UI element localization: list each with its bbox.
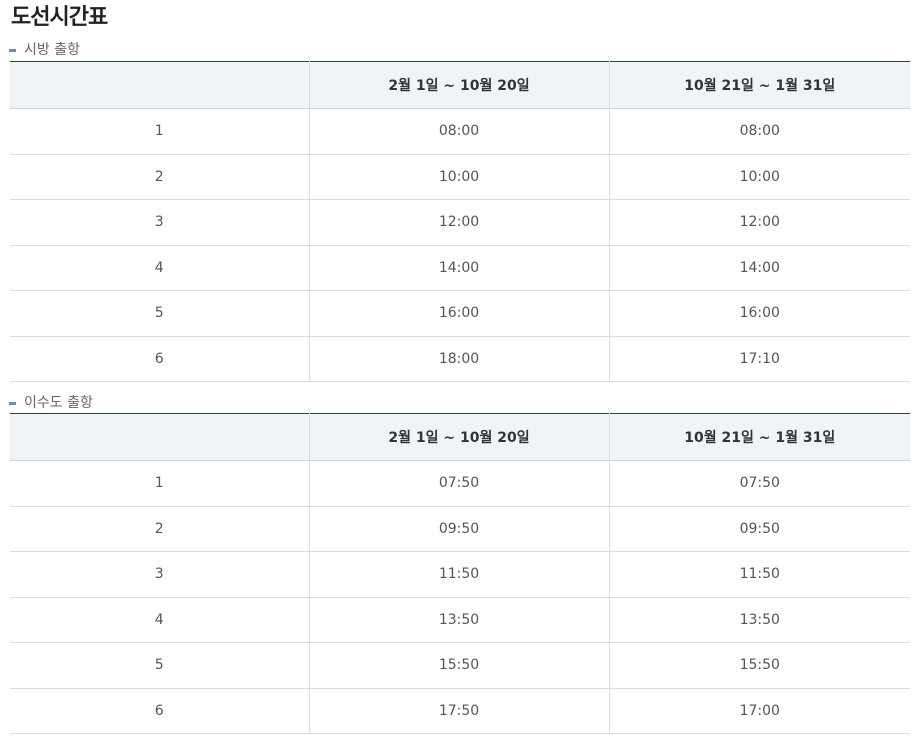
table-row: 1 07:50 07:50 — [10, 460, 910, 507]
section-title-isudo: 이수도 출항 — [9, 394, 93, 412]
cell-time: 17:00 — [608, 688, 910, 734]
section-title-sibang: 시방 출항 — [9, 41, 80, 59]
table-row: 2 10:00 10:00 — [10, 154, 910, 200]
header-cell-period-1: 2월 1일 ~ 10월 20일 — [308, 61, 609, 109]
cell-time: 13:50 — [608, 597, 910, 643]
header-cell-index — [10, 413, 309, 461]
table-row: 4 13:50 13:50 — [10, 597, 910, 643]
section-title-label: 시방 출항 — [24, 42, 80, 58]
cell-index: 2 — [10, 154, 309, 200]
header-cell-period-2: 10월 21일 ~ 1월 31일 — [608, 61, 910, 109]
cell-time: 13:50 — [308, 597, 609, 643]
cell-index: 5 — [10, 290, 309, 337]
table-row: 3 11:50 11:50 — [10, 551, 910, 598]
cell-index: 3 — [10, 551, 309, 598]
table-row: 5 15:50 15:50 — [10, 642, 910, 689]
timetable-sibang: 2월 1일 ~ 10월 20일 10월 21일 ~ 1월 31일 1 08:00… — [10, 61, 910, 382]
cell-time: 18:00 — [308, 336, 609, 382]
cell-time: 14:00 — [608, 245, 910, 291]
cell-time: 17:50 — [308, 688, 609, 734]
table-row: 6 18:00 17:10 — [10, 336, 910, 382]
cell-time: 10:00 — [308, 154, 609, 200]
cell-time: 10:00 — [608, 154, 910, 200]
cell-index: 2 — [10, 506, 309, 552]
table-row: 5 16:00 16:00 — [10, 290, 910, 337]
cell-time: 07:50 — [308, 460, 609, 507]
header-cell-period-1: 2월 1일 ~ 10월 20일 — [308, 413, 609, 461]
cell-time: 09:50 — [308, 506, 609, 552]
cell-time: 15:50 — [308, 642, 609, 689]
cell-time: 08:00 — [608, 108, 910, 155]
cell-time: 12:00 — [308, 199, 609, 246]
header-cell-period-2: 10월 21일 ~ 1월 31일 — [608, 413, 910, 461]
cell-index: 3 — [10, 199, 309, 246]
cell-time: 07:50 — [608, 460, 910, 507]
cell-index: 1 — [10, 108, 309, 155]
section-title-label: 이수도 출항 — [24, 395, 93, 411]
table-row: 1 08:00 08:00 — [10, 108, 910, 155]
table-row: 2 09:50 09:50 — [10, 506, 910, 552]
cell-time: 16:00 — [308, 290, 609, 337]
cell-time: 09:50 — [608, 506, 910, 552]
cell-index: 5 — [10, 642, 309, 689]
cell-time: 12:00 — [608, 199, 910, 246]
timetable-page: 도선시간표 시방 출항 2월 1일 ~ 10월 20일 10월 21일 ~ 1월… — [0, 0, 921, 746]
cell-time: 11:50 — [308, 551, 609, 598]
bullet-icon — [9, 49, 16, 52]
cell-index: 1 — [10, 460, 309, 507]
bullet-icon — [9, 402, 16, 405]
table-row: 4 14:00 14:00 — [10, 245, 910, 291]
cell-index: 6 — [10, 688, 309, 734]
table-row: 3 12:00 12:00 — [10, 199, 910, 246]
page-title: 도선시간표 — [11, 5, 108, 30]
cell-time: 15:50 — [608, 642, 910, 689]
cell-time: 17:10 — [608, 336, 910, 382]
cell-index: 4 — [10, 245, 309, 291]
table-header-row: 2월 1일 ~ 10월 20일 10월 21일 ~ 1월 31일 — [10, 61, 910, 109]
table-row: 6 17:50 17:00 — [10, 688, 910, 734]
table-header-row: 2월 1일 ~ 10월 20일 10월 21일 ~ 1월 31일 — [10, 413, 910, 461]
cell-index: 4 — [10, 597, 309, 643]
cell-time: 14:00 — [308, 245, 609, 291]
cell-time: 11:50 — [608, 551, 910, 598]
cell-time: 16:00 — [608, 290, 910, 337]
header-cell-index — [10, 61, 309, 109]
timetable-isudo: 2월 1일 ~ 10월 20일 10월 21일 ~ 1월 31일 1 07:50… — [10, 413, 910, 734]
cell-index: 6 — [10, 336, 309, 382]
cell-time: 08:00 — [308, 108, 609, 155]
